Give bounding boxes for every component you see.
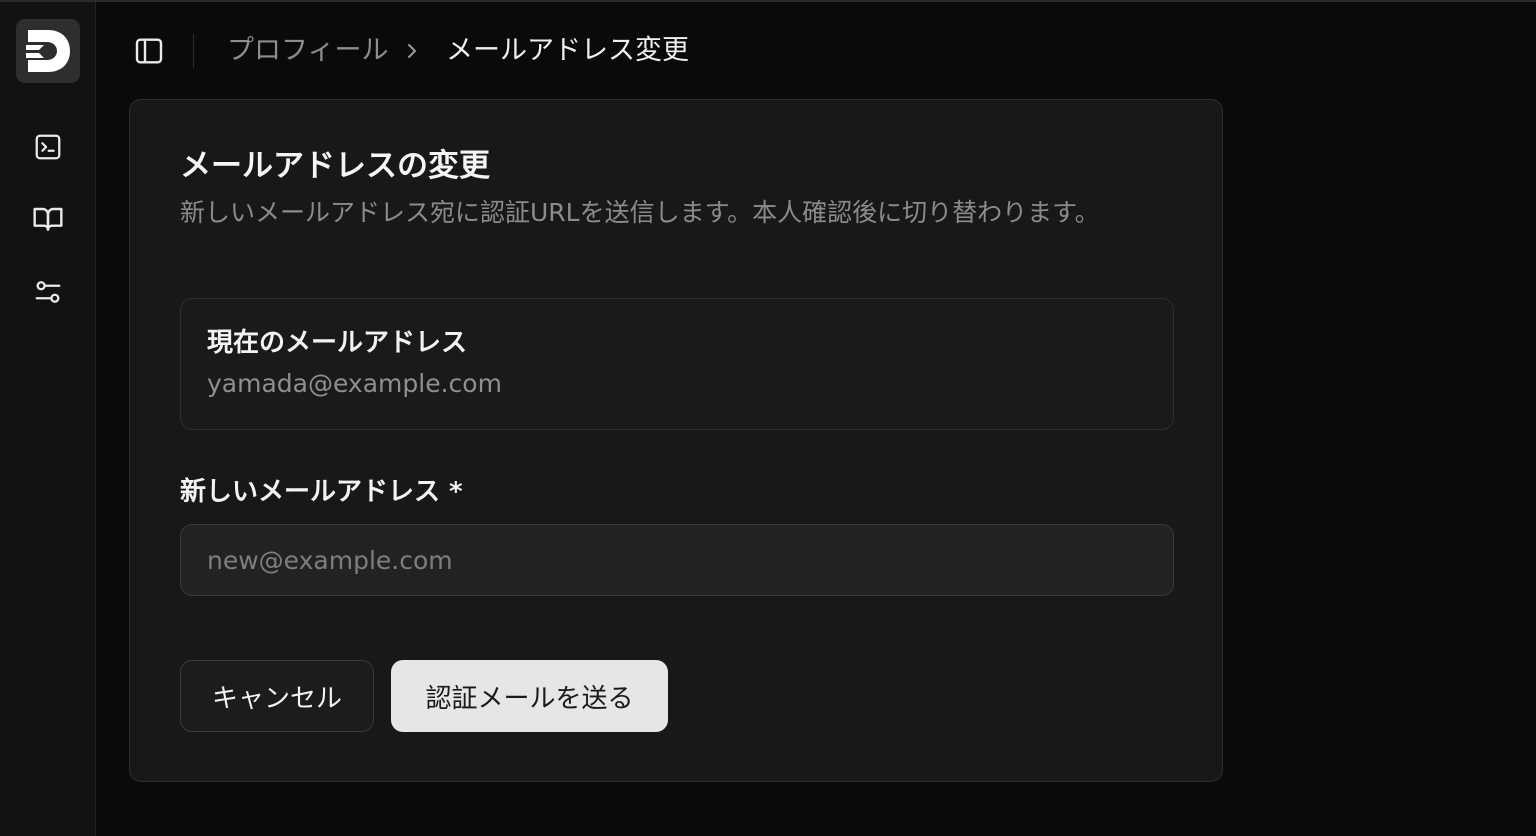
settings-sliders-icon bbox=[35, 281, 61, 303]
header-divider bbox=[193, 34, 194, 68]
send-verification-button[interactable]: 認証メールを送る bbox=[391, 660, 668, 732]
current-email-value: yamada@example.com bbox=[207, 369, 502, 398]
terminal-icon bbox=[35, 134, 61, 160]
new-email-input[interactable] bbox=[180, 524, 1174, 596]
breadcrumb-current-page: メールアドレス変更 bbox=[446, 35, 689, 66]
top-header: プロフィール メールアドレス変更 bbox=[96, 2, 1536, 98]
cancel-button[interactable]: キャンセル bbox=[180, 660, 374, 732]
sidebar-toggle-button[interactable] bbox=[130, 32, 168, 70]
breadcrumb-profile-link[interactable]: プロフィール bbox=[227, 32, 388, 70]
book-open-icon bbox=[33, 207, 63, 231]
sidebar bbox=[0, 2, 96, 836]
change-email-card: メールアドレスの変更 新しいメールアドレス宛に認証URLを送信します。本人確認後… bbox=[129, 99, 1223, 782]
chevron-right-icon bbox=[408, 44, 416, 58]
card-description: 新しいメールアドレス宛に認証URLを送信します。本人確認後に切り替わります。 bbox=[180, 198, 1100, 227]
sidebar-toggle-icon bbox=[135, 38, 163, 64]
app-logo[interactable] bbox=[16, 19, 80, 83]
d-logo-icon bbox=[26, 30, 70, 72]
app-root: プロフィール メールアドレス変更 メールアドレスの変更 新しいメールアドレス宛に… bbox=[0, 0, 1536, 836]
card-title: メールアドレスの変更 bbox=[180, 148, 490, 184]
sidebar-item-settings[interactable] bbox=[30, 274, 66, 310]
new-email-label: 新しいメールアドレス * bbox=[180, 477, 463, 507]
current-email-box: 現在のメールアドレス yamada@example.com bbox=[180, 298, 1174, 430]
sidebar-item-docs[interactable] bbox=[30, 201, 66, 237]
current-email-label: 現在のメールアドレス bbox=[207, 328, 468, 358]
sidebar-item-terminal[interactable] bbox=[30, 129, 66, 165]
